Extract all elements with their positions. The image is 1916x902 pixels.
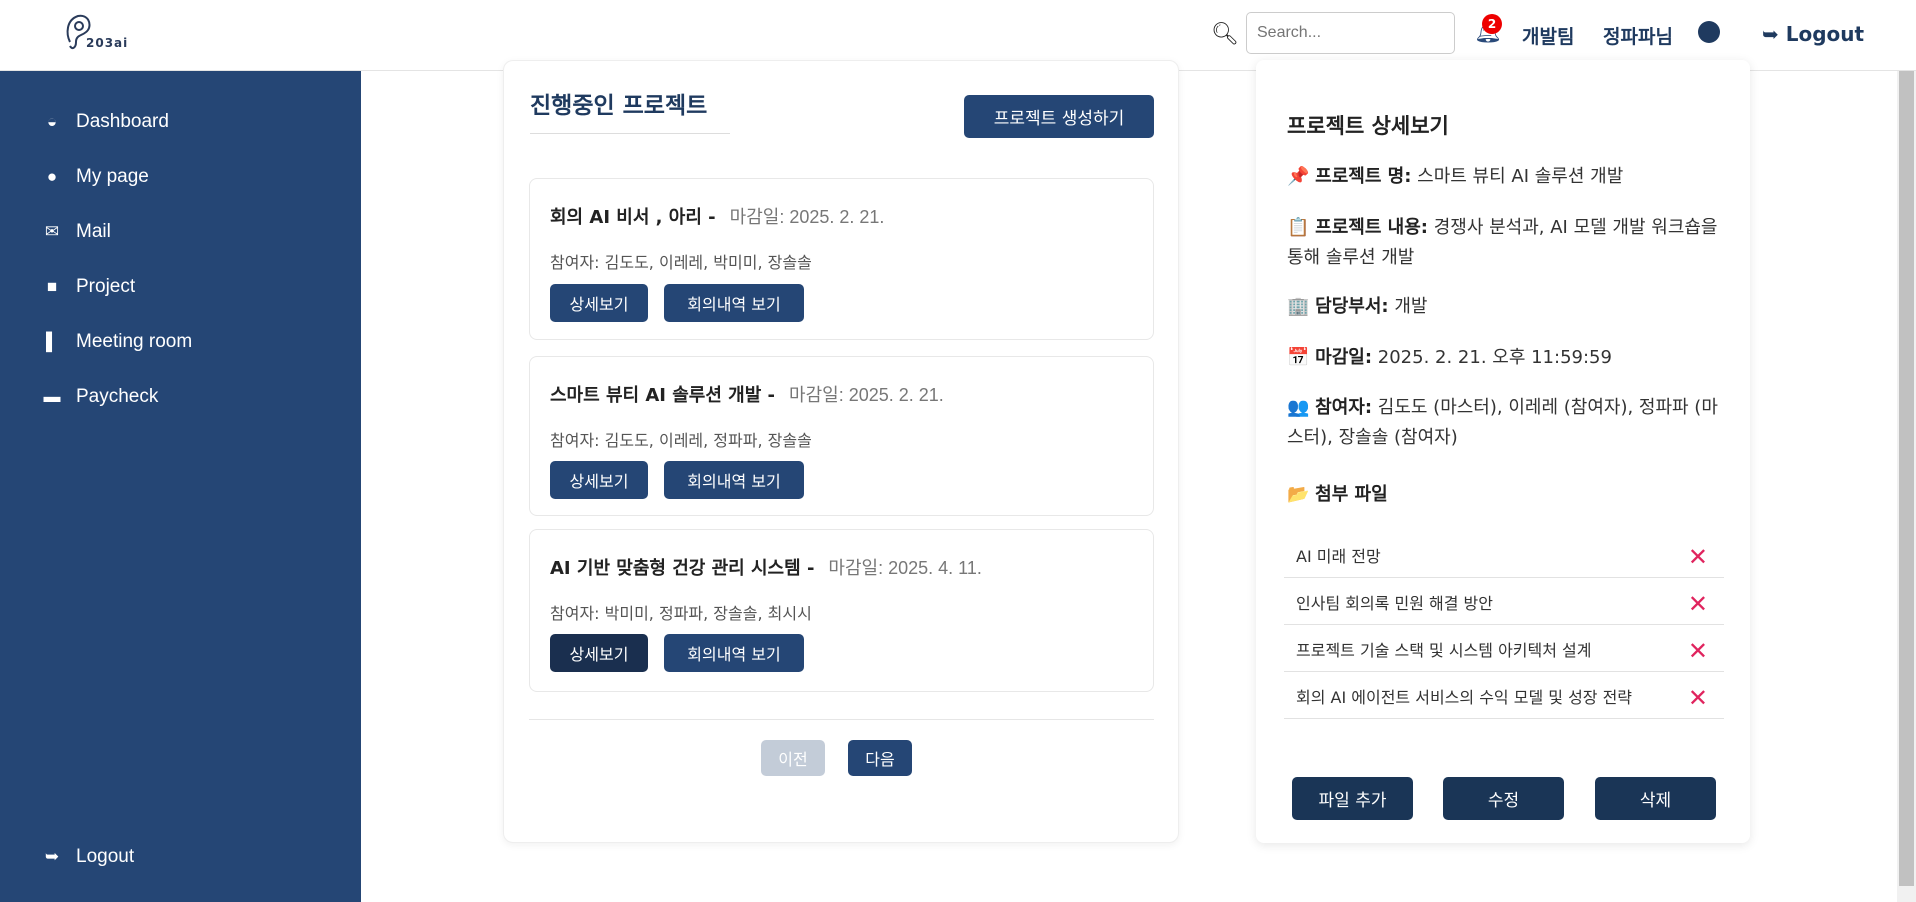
file-name: 인사팀 회의록 민원 해결 방안 bbox=[1296, 594, 1493, 613]
project-name: 회의 AI 비서 , 아리 - bbox=[550, 207, 716, 228]
minutes-button[interactable]: 회의내역 보기 bbox=[664, 461, 804, 499]
pin-icon: 📌 bbox=[1287, 166, 1316, 187]
sidebar-label: Meeting room bbox=[76, 331, 193, 352]
add-file-button[interactable]: 파일 추가 bbox=[1292, 777, 1413, 820]
project-deadline: 마감일: 2025. 2. 21. bbox=[789, 385, 944, 405]
label: 담당부서: bbox=[1315, 296, 1389, 317]
logo[interactable]: 203ai bbox=[64, 12, 144, 56]
delete-file-icon[interactable]: ✕ bbox=[1688, 592, 1708, 616]
minutes-button[interactable]: 회의내역 보기 bbox=[664, 284, 804, 322]
dashboard-icon: ◒ bbox=[46, 112, 58, 131]
delete-file-icon[interactable]: ✕ bbox=[1688, 545, 1708, 569]
notification-badge: 2 bbox=[1482, 14, 1502, 34]
detail-title: 프로젝트 상세보기 bbox=[1287, 114, 1449, 138]
detail-members: 👥 참여자: 김도도 (마스터), 이레레 (참여자), 정파파 (마스터), … bbox=[1287, 393, 1727, 453]
detail-deadline: 📅 마감일: 2025. 2. 21. 오후 11:59:59 bbox=[1287, 343, 1727, 373]
sidebar-label: Dashboard bbox=[76, 111, 169, 132]
label: 프로젝트 내용: bbox=[1315, 217, 1428, 238]
logo-text: 203ai bbox=[86, 36, 129, 50]
sidebar-label: Mail bbox=[76, 221, 111, 242]
user-name[interactable]: 정파파님 bbox=[1603, 22, 1673, 49]
mail-icon: ✉ bbox=[44, 222, 60, 241]
detail-dept: 🏢 담당부서: 개발 bbox=[1287, 292, 1727, 322]
logout-button-header[interactable]: ➥ Logout bbox=[1762, 22, 1864, 46]
logout-label: Logout bbox=[1785, 22, 1865, 46]
sidebar-item-mail[interactable]: ✉ Mail bbox=[42, 221, 111, 243]
prev-page-button[interactable]: 이전 bbox=[761, 740, 825, 776]
calendar-icon: 📅 bbox=[1287, 347, 1316, 368]
label: 프로젝트 명: bbox=[1315, 166, 1412, 187]
project-icon: ■ bbox=[46, 277, 58, 296]
value: 2025. 2. 21. 오후 11:59:59 bbox=[1377, 347, 1612, 368]
door-icon: ▌ bbox=[45, 332, 59, 351]
attachment-item[interactable]: AI 미래 전망 ✕ bbox=[1284, 537, 1724, 578]
create-project-button[interactable]: 프로젝트 생성하기 bbox=[964, 95, 1154, 138]
project-deadline: 마감일: 2025. 2. 21. bbox=[729, 207, 885, 227]
sidebar bbox=[0, 71, 361, 902]
paycheck-icon: ▬ bbox=[43, 387, 61, 406]
sidebar-label: My page bbox=[76, 166, 149, 187]
building-icon: 🏢 bbox=[1287, 296, 1316, 317]
attachment-item[interactable]: 프로젝트 기술 스택 및 시스템 아키텍처 설계 ✕ bbox=[1284, 631, 1724, 672]
sidebar-item-meeting-room[interactable]: ▌ Meeting room bbox=[42, 331, 192, 353]
detail-button[interactable]: 상세보기 bbox=[550, 461, 648, 499]
sidebar-item-my-page[interactable]: ● My page bbox=[42, 166, 149, 188]
clipboard-icon: 📋 bbox=[1287, 217, 1316, 238]
next-page-button[interactable]: 다음 bbox=[848, 740, 912, 776]
edit-button[interactable]: 수정 bbox=[1443, 777, 1564, 820]
project-members: 참여자: 김도도, 이레레, 정파파, 장솔솔 bbox=[550, 431, 812, 450]
user-icon: ● bbox=[46, 167, 58, 186]
project-members: 참여자: 박미미, 정파파, 장솔솔, 최시시 bbox=[550, 604, 812, 623]
search-icon[interactable]: 🔍︎ bbox=[1211, 22, 1239, 47]
sidebar-label: Logout bbox=[76, 846, 135, 867]
logout-icon: ➥ bbox=[44, 847, 60, 866]
label: 마감일: bbox=[1315, 347, 1373, 368]
file-name: AI 미래 전망 bbox=[1296, 547, 1381, 566]
user-circle-icon[interactable] bbox=[1698, 21, 1720, 43]
title-underline bbox=[530, 133, 730, 134]
page-title: 진행중인 프로젝트 bbox=[530, 93, 708, 119]
scrollbar-thumb[interactable] bbox=[1899, 71, 1914, 886]
project-name: AI 기반 맞춤형 건강 관리 시스템 - bbox=[550, 558, 815, 579]
project-deadline: 마감일: 2025. 4. 11. bbox=[828, 558, 982, 578]
sidebar-label: Project bbox=[76, 276, 136, 297]
project-card: 스마트 뷰티 AI 솔루션 개발 - 마감일: 2025. 2. 21. 참여자:… bbox=[529, 356, 1154, 516]
team-name: 개발팀 bbox=[1522, 26, 1575, 48]
detail-button[interactable]: 상세보기 bbox=[550, 634, 648, 672]
divider bbox=[529, 719, 1154, 720]
search-input[interactable] bbox=[1246, 12, 1455, 54]
sidebar-item-paycheck[interactable]: ▬ Paycheck bbox=[42, 386, 159, 408]
detail-content: 📋 프로젝트 내용: 경쟁사 분석과, AI 모델 개발 워크숍을 통해 솔루션… bbox=[1287, 213, 1727, 273]
project-card: 회의 AI 비서 , 아리 - 마감일: 2025. 2. 21. 참여자: 김도… bbox=[529, 178, 1154, 340]
attachment-item[interactable]: 회의 AI 에이전트 서비스의 수익 모델 및 성장 전략 ✕ bbox=[1284, 678, 1724, 719]
project-name: 스마트 뷰티 AI 솔루션 개발 - bbox=[550, 385, 776, 406]
sidebar-label: Paycheck bbox=[76, 386, 159, 407]
sidebar-item-project[interactable]: ■ Project bbox=[42, 276, 135, 298]
delete-button[interactable]: 삭제 bbox=[1595, 777, 1716, 820]
project-members: 참여자: 김도도, 이레레, 박미미, 장솔솔 bbox=[550, 253, 812, 272]
file-name: 프로젝트 기술 스택 및 시스템 아키텍처 설계 bbox=[1296, 641, 1592, 660]
project-card: AI 기반 맞춤형 건강 관리 시스템 - 마감일: 2025. 4. 11. 참… bbox=[529, 529, 1154, 692]
delete-file-icon[interactable]: ✕ bbox=[1688, 639, 1708, 663]
detail-button[interactable]: 상세보기 bbox=[550, 284, 648, 322]
attachment-item[interactable]: 인사팀 회의록 민원 해결 방안 ✕ bbox=[1284, 584, 1724, 625]
people-icon: 👥 bbox=[1287, 397, 1316, 418]
value: 스마트 뷰티 AI 솔루션 개발 bbox=[1417, 166, 1624, 187]
sidebar-logout[interactable]: ➥ Logout bbox=[42, 846, 134, 868]
value: 개발 bbox=[1394, 296, 1428, 317]
detail-name: 📌 프로젝트 명: 스마트 뷰티 AI 솔루션 개발 bbox=[1287, 162, 1727, 192]
logout-icon: ➥ bbox=[1762, 22, 1786, 46]
minutes-button[interactable]: 회의내역 보기 bbox=[664, 634, 804, 672]
file-name: 회의 AI 에이전트 서비스의 수익 모델 및 성장 전략 bbox=[1296, 688, 1633, 707]
attachments-heading: 📂 첨부 파일 bbox=[1287, 480, 1727, 510]
label: 참여자: bbox=[1315, 397, 1373, 418]
folder-icon: 📂 bbox=[1287, 484, 1316, 505]
label: 첨부 파일 bbox=[1315, 484, 1388, 505]
delete-file-icon[interactable]: ✕ bbox=[1688, 686, 1708, 710]
sidebar-item-dashboard[interactable]: ◒ Dashboard bbox=[42, 111, 169, 133]
